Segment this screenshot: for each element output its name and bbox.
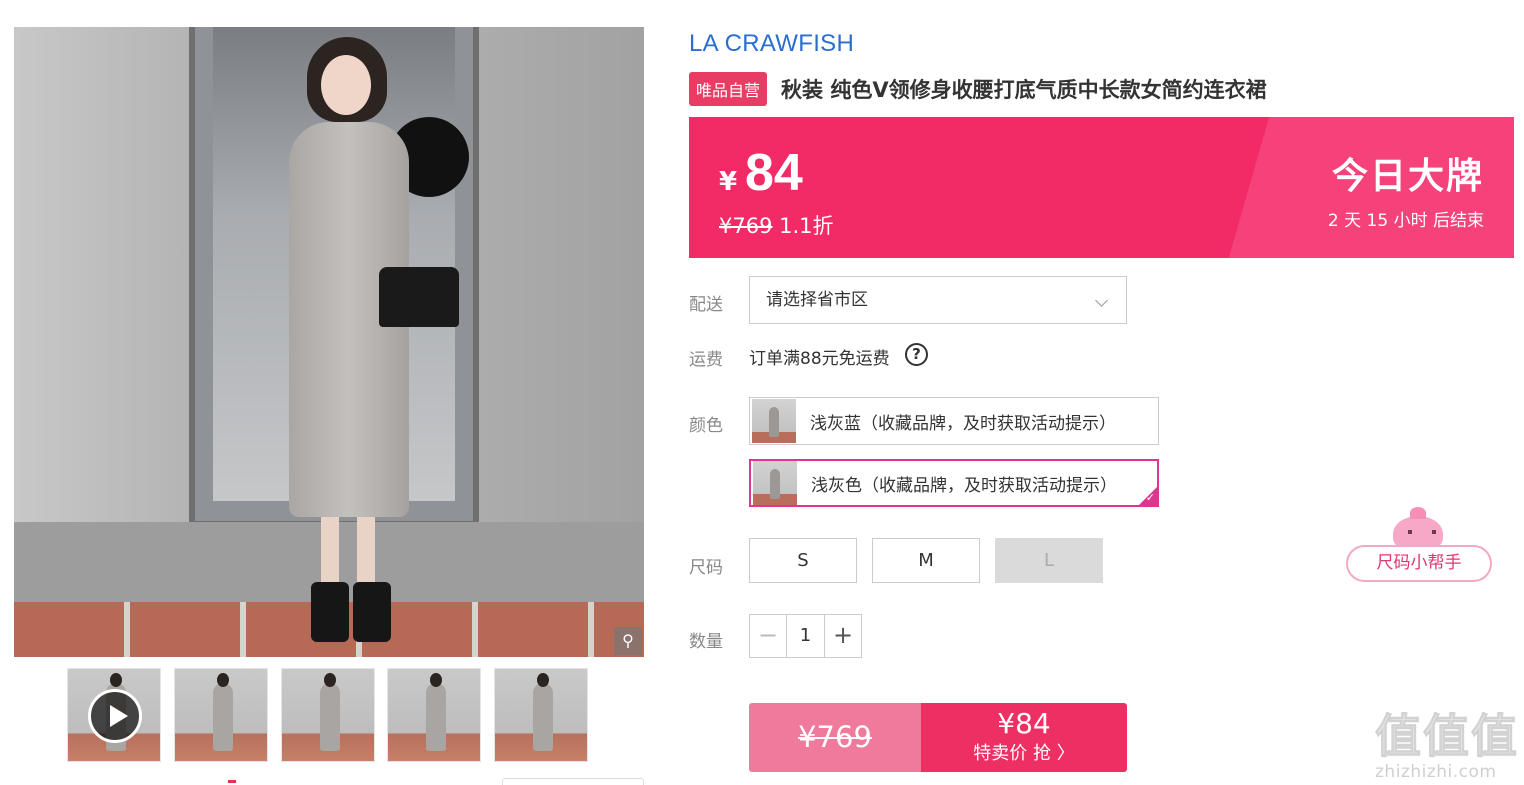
region-select-value: 请选择省市区	[766, 290, 868, 310]
color-label: 颜色	[689, 416, 723, 436]
main-product-image[interactable]: ⚲	[14, 27, 644, 657]
check-icon: ✓	[1145, 491, 1155, 504]
thumbnail-image[interactable]	[174, 668, 268, 762]
color-option-light-gray[interactable]: 浅灰色（收藏品牌，及时获取活动提示） ✓	[749, 459, 1159, 507]
buy-button[interactable]: ¥769 ¥84 特卖价 抢 〉	[749, 703, 1127, 772]
watermark-logo: 值值值	[1375, 709, 1519, 764]
buy-sale-area[interactable]: ¥84 特卖价 抢 〉	[921, 703, 1127, 772]
sale-price: 84	[745, 144, 803, 202]
size-label: 尺码	[689, 558, 723, 578]
brand-link[interactable]: LA CRAWFISH	[689, 30, 854, 58]
buy-label: 特卖价 抢 〉	[973, 743, 1075, 764]
quantity-label: 数量	[689, 632, 723, 652]
buy-sale-price: ¥84	[997, 707, 1051, 740]
quantity-plus-button[interactable]: +	[825, 615, 861, 657]
color-swatch-image	[753, 461, 797, 505]
shipping-label: 运费	[689, 350, 723, 370]
color-swatch-image	[752, 399, 796, 443]
color-option-light-gray-blue[interactable]: 浅灰蓝（收藏品牌，及时获取活动提示）	[749, 397, 1159, 445]
price-banner: ¥ 84 ¥769 1.1折 今日大牌 2 天 15 小时 后结束	[689, 117, 1514, 258]
thumbnail-image[interactable]	[281, 668, 375, 762]
title-row: 唯品自营 秋装 纯色V领修身收腰打底气质中长款女简约连衣裙	[689, 72, 1267, 106]
thumbnail-video[interactable]	[67, 668, 161, 762]
thumbnail-indicator	[228, 780, 236, 783]
site-watermark: 值值值 zhizhizhi.com	[1375, 700, 1521, 783]
chevron-down-icon	[1095, 294, 1108, 307]
share-box-edge	[502, 778, 644, 785]
product-title: 秋装 纯色V领修身收腰打底气质中长款女简约连衣裙	[781, 78, 1267, 102]
size-option-l[interactable]: L	[995, 538, 1103, 583]
self-operated-badge: 唯品自营	[689, 72, 768, 106]
countdown-timer: 2 天 15 小时 后结束	[1327, 211, 1484, 231]
delivery-label: 配送	[689, 295, 723, 315]
discount-rate: 1.1折	[779, 214, 834, 238]
original-price: ¥769	[719, 214, 773, 238]
original-price-row: ¥769 1.1折	[719, 210, 834, 240]
photo-model	[269, 37, 459, 647]
region-select[interactable]: 请选择省市区	[749, 276, 1127, 324]
color-option-label: 浅灰蓝（收藏品牌，及时获取活动提示）	[810, 413, 1116, 434]
size-option-m[interactable]: M	[872, 538, 980, 583]
play-icon[interactable]	[88, 689, 142, 743]
size-option-s[interactable]: S	[749, 538, 857, 583]
currency-symbol: ¥	[719, 167, 738, 197]
thumbnail-image[interactable]	[387, 668, 481, 762]
promo-title: 今日大牌	[1331, 156, 1484, 197]
quantity-input[interactable]: 1	[786, 615, 825, 657]
quantity-stepper: − 1 +	[749, 614, 862, 658]
thumbnail-image[interactable]	[494, 668, 588, 762]
thumbnail-strip	[67, 668, 589, 762]
color-option-label: 浅灰色（收藏品牌，及时获取活动提示）	[811, 475, 1117, 496]
quantity-minus-button[interactable]: −	[750, 615, 786, 657]
shipping-info: 订单满88元免运费	[749, 349, 890, 369]
zoom-icon[interactable]: ⚲	[614, 627, 642, 655]
product-page: ⚲ LA CRAWFISH 唯品自营 秋装 纯色V领修身收腰打底气质中长款女简约…	[0, 0, 1524, 785]
buy-original-price: ¥769	[749, 703, 921, 772]
help-icon[interactable]: ?	[905, 343, 928, 366]
size-helper-button[interactable]: 尺码小帮手	[1346, 545, 1492, 582]
